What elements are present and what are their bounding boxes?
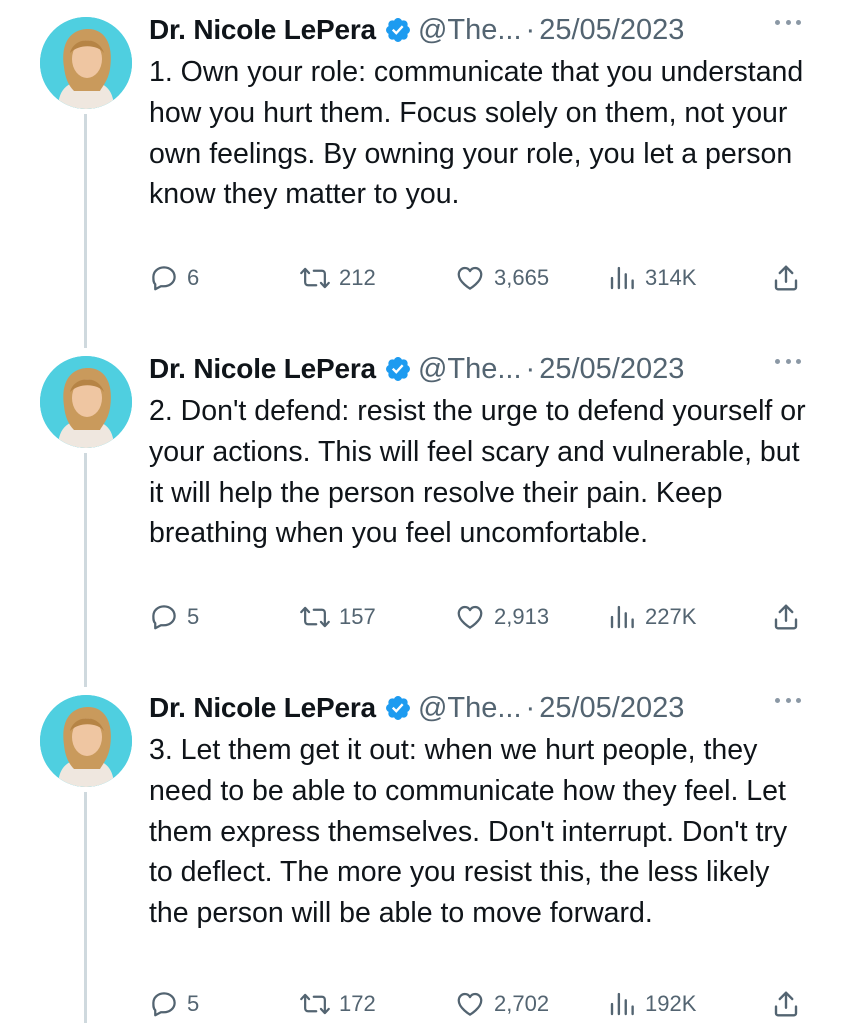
author-handle[interactable]: @The... (418, 14, 522, 47)
avatar-image (40, 695, 132, 787)
more-icon[interactable] (775, 18, 801, 26)
retweet-button[interactable]: 212 (299, 258, 376, 298)
author-name[interactable]: Dr. Nicole LePera (149, 692, 376, 724)
author-handle[interactable]: @The... (418, 353, 522, 386)
tweet-text: 1. Own your role: communicate that you u… (149, 56, 804, 211)
tweet-date[interactable]: 25/05/2023 (539, 14, 684, 47)
verified-badge-icon (384, 355, 412, 383)
reply-icon (149, 989, 179, 1019)
separator-dot: · (525, 691, 536, 724)
reply-icon (149, 602, 179, 632)
tweet-text: 2. Don't defend: resist the urge to defe… (149, 395, 806, 550)
retweet-icon (299, 263, 331, 293)
retweet-count: 212 (339, 265, 376, 290)
views-icon (607, 263, 637, 293)
avatar-image (40, 356, 132, 448)
like-count: 2,702 (494, 991, 550, 1016)
more-icon[interactable] (775, 357, 801, 365)
share-icon (771, 989, 801, 1019)
reply-count: 5 (187, 604, 200, 629)
reply-button[interactable]: 6 (149, 258, 199, 298)
author-handle[interactable]: @The... (418, 692, 522, 725)
share-icon (771, 602, 801, 632)
views-count: 227K (645, 604, 697, 629)
reply-icon (149, 263, 179, 293)
author-name[interactable]: Dr. Nicole LePera (149, 14, 376, 46)
retweet-count: 157 (339, 604, 376, 629)
avatar[interactable] (40, 356, 132, 448)
share-button[interactable] (771, 597, 801, 637)
tweet-date[interactable]: 25/05/2023 (539, 692, 684, 725)
retweet-icon (299, 989, 331, 1019)
verified-badge-icon (384, 694, 412, 722)
reply-count: 6 (187, 265, 200, 290)
reply-count: 5 (187, 991, 200, 1016)
verified-badge-icon (384, 16, 412, 44)
share-icon (771, 263, 801, 293)
separator-dot: · (525, 13, 536, 46)
tweet-header: Dr. Nicole LePera @The... · 25/05/2023 (149, 8, 813, 52)
views-count: 314K (645, 265, 697, 290)
views-icon (607, 602, 637, 632)
share-button[interactable] (771, 258, 801, 298)
avatar[interactable] (40, 695, 132, 787)
tweet[interactable]: Dr. Nicole LePera @The... · 25/05/2023 3… (0, 678, 843, 1018)
tweet-header: Dr. Nicole LePera @The... · 25/05/2023 (149, 686, 813, 730)
tweet-actions: 6 212 3,665 314K (149, 258, 809, 298)
like-icon (454, 989, 486, 1019)
views-button[interactable]: 314K (607, 258, 696, 298)
like-icon (454, 602, 486, 632)
views-button[interactable]: 192K (607, 984, 696, 1024)
tweet-actions: 5 157 2,913 227K (149, 597, 809, 637)
like-button[interactable]: 2,702 (454, 984, 549, 1024)
like-button[interactable]: 2,913 (454, 597, 549, 637)
retweet-icon (299, 602, 331, 632)
separator-dot: · (525, 352, 536, 385)
share-button[interactable] (771, 984, 801, 1024)
views-icon (607, 989, 637, 1019)
retweet-count: 172 (339, 991, 376, 1016)
tweet-text: 3. Let them get it out: when we hurt peo… (149, 734, 788, 930)
like-count: 2,913 (494, 604, 550, 629)
reply-button[interactable]: 5 (149, 597, 199, 637)
author-name[interactable]: Dr. Nicole LePera (149, 353, 376, 385)
tweet-date[interactable]: 25/05/2023 (539, 353, 684, 386)
retweet-button[interactable]: 172 (299, 984, 376, 1024)
tweet-actions: 5 172 2,702 192K (149, 984, 809, 1024)
like-icon (454, 263, 486, 293)
tweet-header: Dr. Nicole LePera @The... · 25/05/2023 (149, 347, 813, 391)
avatar-image (40, 17, 132, 109)
views-count: 192K (645, 991, 697, 1016)
more-icon[interactable] (775, 696, 801, 704)
like-count: 3,665 (494, 265, 550, 290)
reply-button[interactable]: 5 (149, 984, 199, 1024)
views-button[interactable]: 227K (607, 597, 696, 637)
like-button[interactable]: 3,665 (454, 258, 549, 298)
tweet[interactable]: Dr. Nicole LePera @The... · 25/05/2023 2… (0, 339, 843, 679)
retweet-button[interactable]: 157 (299, 597, 376, 637)
avatar[interactable] (40, 17, 132, 109)
tweet[interactable]: Dr. Nicole LePera @The... · 25/05/2023 1… (0, 0, 843, 340)
